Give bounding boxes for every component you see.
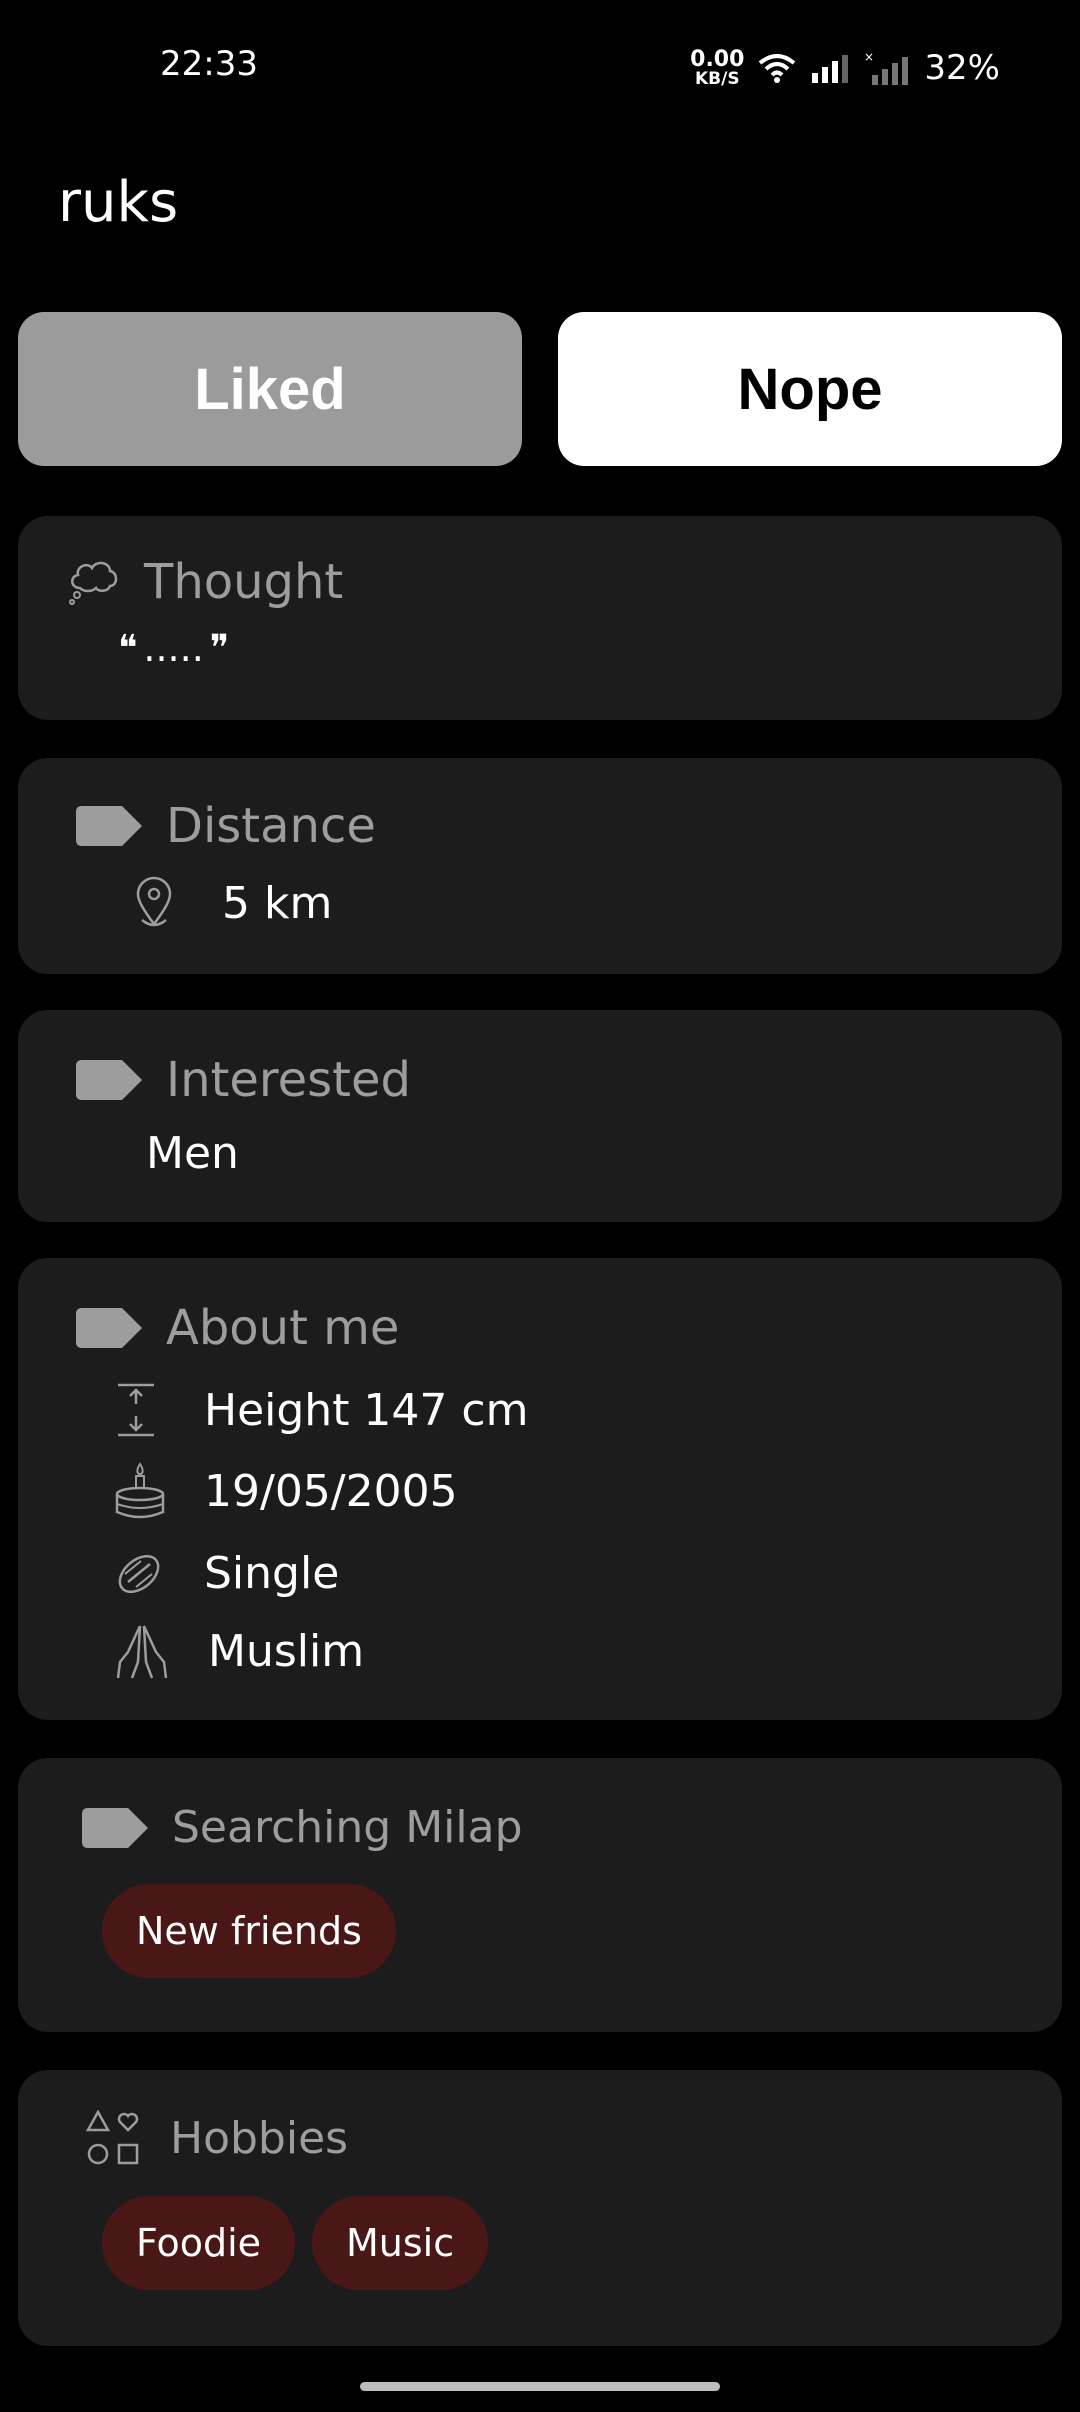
height-icon [118, 1383, 154, 1437]
interested-value: Men [146, 1128, 239, 1179]
liked-button[interactable]: Liked [18, 312, 522, 466]
network-speed-unit: KB/S [694, 68, 740, 89]
about-header: About me [76, 1300, 399, 1356]
searching-card: Searching Milap New friends [18, 1758, 1062, 2032]
distance-title: Distance [166, 798, 376, 854]
interested-title: Interested [166, 1052, 411, 1108]
height-value: Height 147 cm [204, 1384, 529, 1436]
relationship-row: Single [114, 1548, 339, 1599]
thought-bubble-icon [69, 561, 118, 605]
thought-content: ❝ ..... ❞ [118, 626, 229, 670]
chip-music[interactable]: Music [312, 2196, 489, 2290]
birthday-row: 19/05/2005 [114, 1462, 458, 1520]
status-icons: 0.00 KB/S × 32% [690, 48, 1000, 88]
network-speed: 0.00 KB/S [690, 46, 745, 89]
distance-card: Distance 5 km [18, 758, 1062, 974]
home-indicator[interactable] [360, 2382, 720, 2391]
tag-icon [82, 1807, 148, 1848]
interested-header: Interested [76, 1052, 411, 1108]
thought-text: ..... [143, 626, 204, 670]
praying-hands-icon [116, 1625, 168, 1679]
about-title: About me [166, 1300, 400, 1356]
thought-header: Thought [68, 554, 343, 610]
height-row: Height 147 cm [114, 1382, 528, 1438]
status-bar: 22:33 0.00 KB/S × 32% [0, 0, 1080, 140]
tag-icon [76, 1060, 142, 1100]
close-quote-icon: ❞ [209, 627, 230, 669]
birthday-value: 19/05/2005 [204, 1465, 458, 1517]
religion-value: Muslim [208, 1625, 365, 1677]
interested-row: Men [146, 1128, 239, 1179]
distance-header: Distance [76, 798, 376, 854]
tag-icon [76, 1308, 142, 1348]
status-time: 22:33 [160, 44, 258, 84]
battery-level: 32% [924, 48, 1000, 88]
network-speed-value: 0.00 [690, 46, 745, 72]
interested-card: Interested Men [18, 1010, 1062, 1222]
searching-header: Searching Milap [82, 1802, 523, 1853]
location-pin-icon [136, 876, 172, 927]
hobbies-card: Hobbies Foodie Music [18, 2070, 1062, 2346]
distance-row: 5 km [134, 876, 332, 930]
thought-title: Thought [144, 554, 344, 610]
hobbies-header: Hobbies [86, 2110, 348, 2166]
hobbies-title: Hobbies [170, 2112, 349, 2164]
chip-foodie[interactable]: Foodie [102, 2196, 296, 2290]
searching-title: Searching Milap [172, 1802, 523, 1853]
nope-button[interactable]: Nope [558, 312, 1062, 466]
signal-no-service-icon: × [864, 51, 909, 85]
svg-text:×: × [864, 51, 874, 64]
shapes-icon [86, 2110, 139, 2165]
tag-icon [76, 806, 142, 846]
distance-value: 5 km [222, 877, 333, 929]
religion-row: Muslim [114, 1622, 364, 1680]
relationship-status-icon [118, 1554, 160, 1593]
signal-icon [812, 55, 849, 83]
thought-card: Thought ❝ ..... ❞ [18, 516, 1062, 720]
birthday-cake-icon [115, 1462, 165, 1519]
open-quote-icon: ❝ [118, 627, 138, 669]
profile-name: ruks [58, 170, 179, 235]
wifi-icon [759, 54, 796, 83]
chip-new-friends[interactable]: New friends [102, 1884, 396, 1978]
about-card: About me Height 147 cm 19/05/2005 Single… [18, 1258, 1062, 1720]
relationship-value: Single [204, 1548, 340, 1599]
